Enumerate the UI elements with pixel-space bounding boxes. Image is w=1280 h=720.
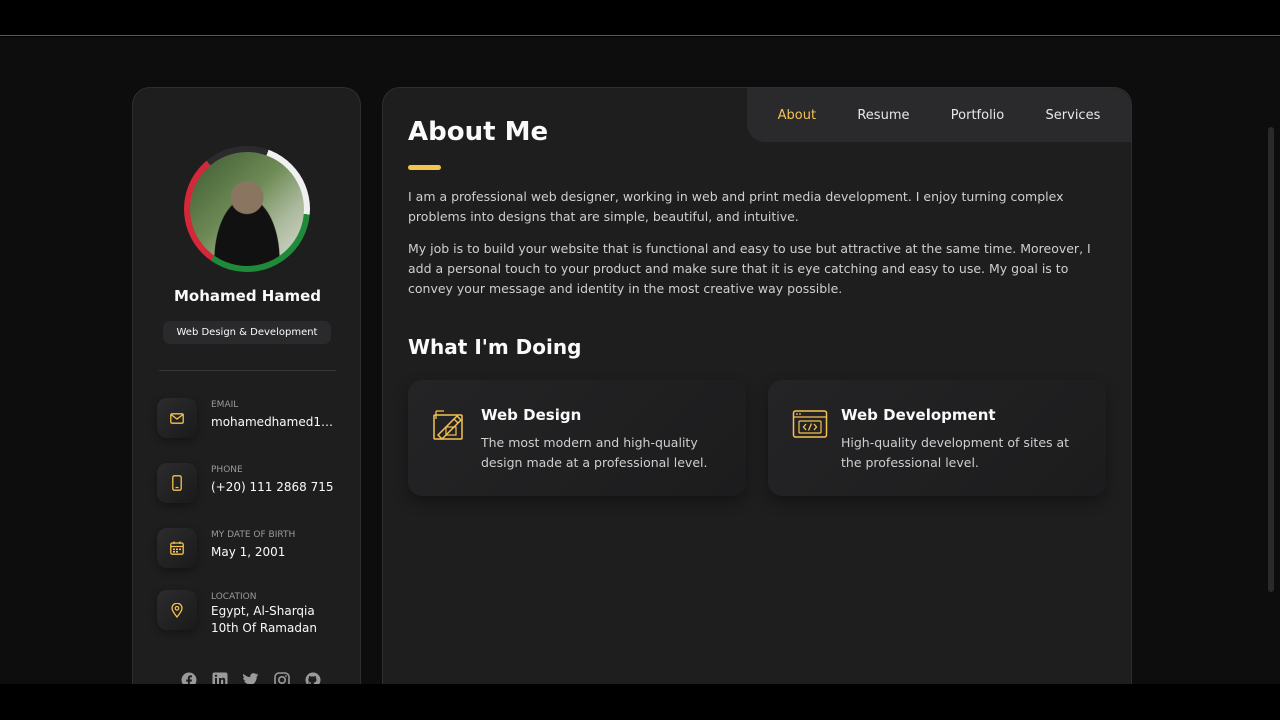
about-paragraph-2: My job is to build your website that is … (408, 241, 1091, 296)
contact-value-email[interactable]: mohamedhamed15... (211, 415, 337, 429)
page-scrollbar[interactable] (1268, 127, 1274, 592)
about-paragraph-1: I am a professional web designer, workin… (408, 189, 1064, 224)
design-icon (432, 408, 468, 442)
contact-phone: Phone (+20) 111 2868 715 (157, 463, 347, 503)
nav-item-about[interactable]: About (778, 108, 816, 123)
contact-label: My Date of Birth (211, 530, 296, 540)
service-text: The most modern and high-quality design … (481, 435, 708, 470)
location-icon (157, 590, 197, 630)
social-links (179, 670, 322, 684)
contact-value-location: Egypt, Al-Sharqia (211, 604, 315, 618)
top-bar (0, 0, 1280, 36)
contact-label: Email (211, 400, 239, 410)
linkedin-icon[interactable] (210, 670, 229, 684)
profile-name: Mohamed Hamed (173, 287, 321, 305)
contact-birthday: My Date of Birth May 1, 2001 (157, 528, 347, 568)
contact-value-phone[interactable]: (+20) 111 2868 715 (211, 480, 337, 494)
facebook-icon[interactable] (179, 670, 198, 684)
nav-item-resume[interactable]: Resume (857, 108, 909, 123)
bottom-bar (0, 684, 1280, 720)
top-nav: About Resume Portfolio Services (747, 88, 1131, 142)
contact-value-location-line2: 10th Of Ramadan (211, 621, 317, 635)
calendar-icon (157, 528, 197, 568)
contact-email: Email mohamedhamed15... (157, 398, 347, 438)
twitter-icon[interactable] (241, 670, 260, 684)
contact-location: Location Egypt, Al-Sharqia 10th Of Ramad… (157, 590, 347, 635)
page: Mohamed Hamed Web Design & Development E… (0, 37, 1280, 684)
contact-value-birthday: May 1, 2001 (211, 545, 286, 559)
page-title: About Me (408, 117, 549, 147)
contact-label: Location (211, 592, 257, 602)
service-text: High-quality development of sites at the… (841, 435, 1070, 470)
nav-item-services[interactable]: Services (1046, 108, 1101, 123)
contact-label: Phone (211, 465, 243, 475)
service-card-web-design: Web Design The most modern and high-qual… (408, 380, 746, 496)
section-title-doing: What I'm Doing (408, 335, 582, 359)
sidebar-separator (159, 370, 336, 371)
nav-item-portfolio[interactable]: Portfolio (951, 108, 1004, 123)
main-content: About Resume Portfolio Services About Me… (382, 87, 1132, 684)
code-icon (792, 408, 828, 442)
avatar (190, 152, 304, 266)
avatar-ring (184, 146, 310, 272)
service-title: Web Design (481, 406, 582, 424)
instagram-icon[interactable] (272, 670, 291, 684)
profile-title-badge: Web Design & Development (163, 321, 331, 344)
title-underline (408, 165, 441, 170)
sidebar: Mohamed Hamed Web Design & Development E… (132, 87, 361, 684)
github-icon[interactable] (303, 670, 322, 684)
phone-icon (157, 463, 197, 503)
mail-icon (157, 398, 197, 438)
service-card-web-development: Web Development High-quality development… (768, 380, 1106, 496)
service-title: Web Development (841, 406, 996, 424)
